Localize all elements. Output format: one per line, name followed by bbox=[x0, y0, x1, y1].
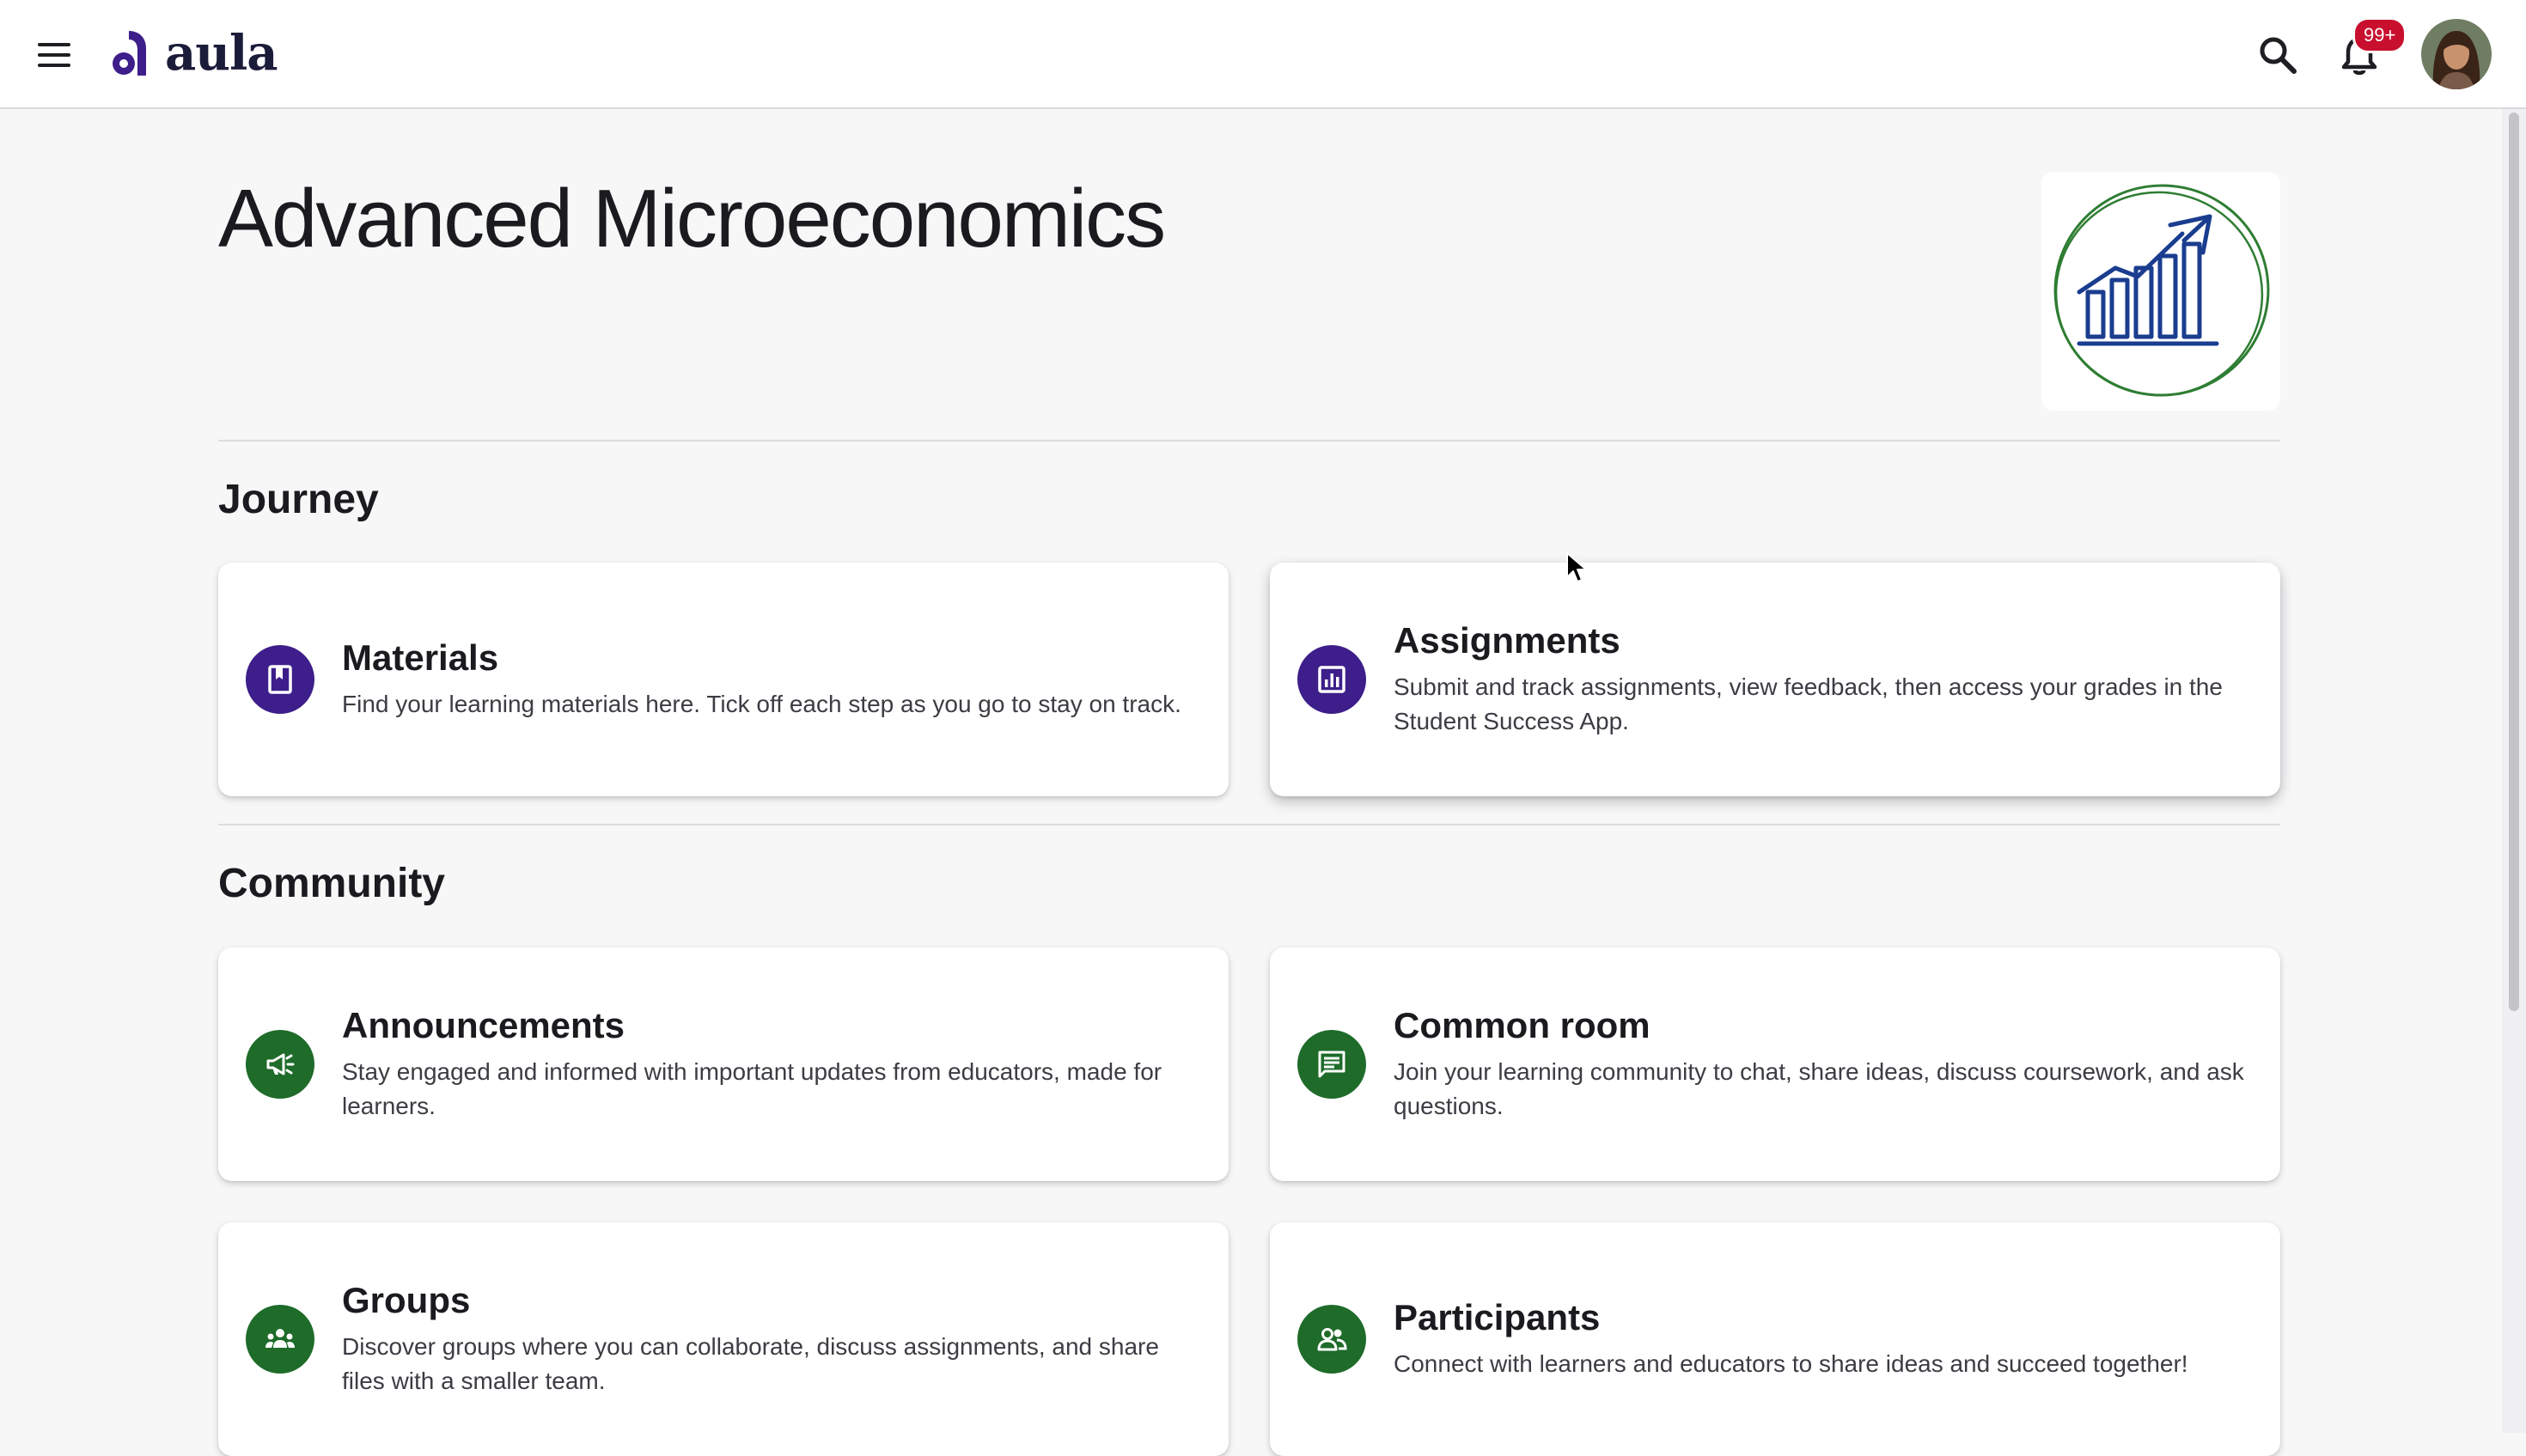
announcements-description: Stay engaged and informed with important… bbox=[342, 1058, 1162, 1119]
notification-count-badge[interactable]: 99+ bbox=[2352, 17, 2407, 53]
groups-card-body: Groups Discover groups where you can col… bbox=[342, 1280, 1194, 1398]
aula-logo[interactable]: aula bbox=[110, 22, 278, 84]
scrollbar-thumb[interactable] bbox=[2509, 113, 2519, 1011]
course-image bbox=[2041, 172, 2280, 411]
hamburger-menu-icon[interactable] bbox=[34, 38, 76, 72]
top-bar: aula 99+ bbox=[0, 0, 2526, 109]
book-icon bbox=[268, 665, 292, 694]
page-scrollbar[interactable] bbox=[2502, 109, 2526, 1433]
announcements-card[interactable]: Announcements Stay engaged and informed … bbox=[218, 947, 1229, 1181]
assignments-description: Submit and track assignments, view feedb… bbox=[1394, 673, 2223, 734]
section-divider bbox=[218, 440, 2280, 442]
assignments-card[interactable]: Assignments Submit and track assignments… bbox=[1270, 563, 2280, 796]
aula-logo-mark-icon bbox=[113, 31, 146, 76]
journey-heading: Journey bbox=[218, 477, 379, 522]
materials-card[interactable]: Materials Find your learning materials h… bbox=[218, 563, 1229, 796]
logo-text: aula bbox=[165, 25, 278, 82]
groups-card[interactable]: Groups Discover groups where you can col… bbox=[218, 1222, 1229, 1456]
section-divider bbox=[218, 824, 2280, 825]
chat-icon bbox=[1318, 1051, 1345, 1078]
groups-icon bbox=[265, 1329, 295, 1348]
participants-icon bbox=[1317, 1328, 1347, 1351]
materials-title: Materials bbox=[342, 637, 499, 678]
participants-card-body: Participants Connect with learners and e… bbox=[1394, 1297, 2246, 1381]
course-title: Advanced Microeconomics bbox=[218, 173, 1166, 265]
groups-icon-badge bbox=[246, 1305, 314, 1374]
assignments-card-body: Assignments Submit and track assignments… bbox=[1394, 620, 2246, 739]
materials-card-body: Materials Find your learning materials h… bbox=[342, 637, 1194, 722]
materials-description: Find your learning materials here. Tick … bbox=[342, 691, 1181, 717]
participants-icon-badge bbox=[1297, 1305, 1366, 1374]
avatar-photo-icon bbox=[2421, 19, 2492, 89]
participants-card[interactable]: Participants Connect with learners and e… bbox=[1270, 1222, 2280, 1456]
common-room-card-body: Common room Join your learning community… bbox=[1394, 1005, 2246, 1124]
community-heading: Community bbox=[218, 861, 445, 906]
common-room-icon-badge bbox=[1297, 1030, 1366, 1099]
participants-description: Connect with learners and educators to s… bbox=[1394, 1350, 2188, 1377]
megaphone-icon bbox=[266, 1053, 295, 1075]
common-room-title: Common room bbox=[1394, 1005, 1650, 1045]
search-icon[interactable] bbox=[2255, 33, 2300, 77]
chart-box-icon bbox=[1318, 666, 1345, 693]
groups-title: Groups bbox=[342, 1280, 471, 1320]
announcements-icon-badge bbox=[246, 1030, 314, 1099]
assignments-title: Assignments bbox=[1394, 620, 1620, 661]
announcements-title: Announcements bbox=[342, 1005, 625, 1045]
common-room-card[interactable]: Common room Join your learning community… bbox=[1270, 947, 2280, 1181]
growth-chart-icon bbox=[2053, 184, 2270, 397]
mouse-cursor-icon bbox=[1566, 552, 1587, 582]
announcements-card-body: Announcements Stay engaged and informed … bbox=[342, 1005, 1194, 1124]
participants-title: Participants bbox=[1394, 1297, 1601, 1337]
materials-icon-badge bbox=[246, 645, 314, 714]
groups-description: Discover groups where you can collaborat… bbox=[342, 1333, 1159, 1394]
common-room-description: Join your learning community to chat, sh… bbox=[1394, 1058, 2244, 1119]
user-avatar[interactable] bbox=[2421, 19, 2492, 89]
assignments-icon-badge bbox=[1297, 645, 1366, 714]
